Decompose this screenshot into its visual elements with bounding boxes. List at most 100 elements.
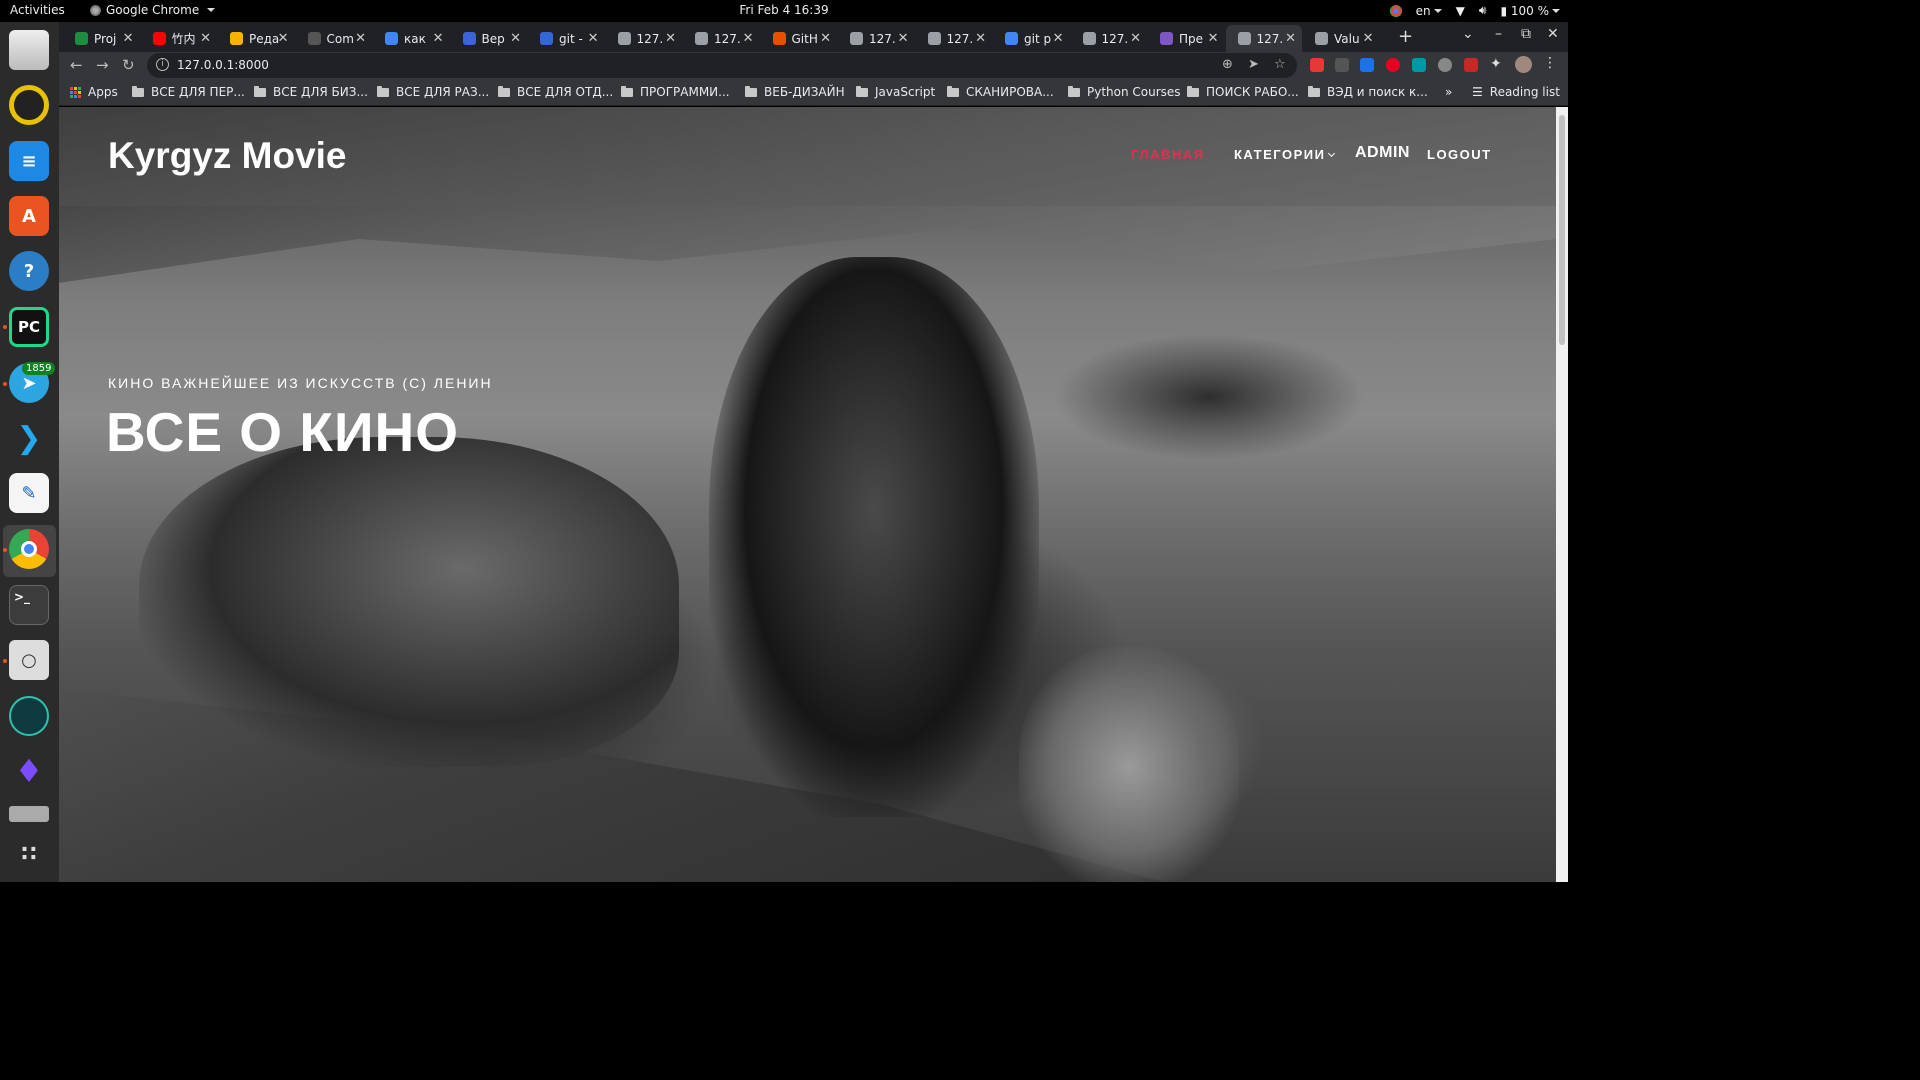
tab-close-icon[interactable]: ✕ xyxy=(278,31,289,46)
tab-close-icon[interactable]: ✕ xyxy=(123,31,134,46)
tab-close-icon[interactable]: ✕ xyxy=(433,31,444,46)
extension-blue-icon[interactable] xyxy=(1360,58,1374,72)
battery-indicator[interactable]: ▮ 100 % xyxy=(1500,4,1560,18)
extension-circle-icon[interactable] xyxy=(1438,58,1452,72)
nav-home[interactable]: ГЛАВНАЯ xyxy=(1131,147,1205,162)
new-tab-button[interactable]: + xyxy=(1398,26,1413,47)
bookmark-folder[interactable]: ПРОГРАММИ... xyxy=(621,85,730,99)
send-to-device-icon[interactable]: ➤ xyxy=(1248,57,1259,72)
tab-close-icon[interactable]: ✕ xyxy=(355,31,366,46)
extension-gray-icon[interactable] xyxy=(1335,58,1349,72)
close-window-icon[interactable]: ✕ xyxy=(1547,26,1559,42)
bookmark-folder[interactable]: ВСЕ ДЛЯ РАЗ... xyxy=(377,85,489,99)
scrollbar-thumb[interactable] xyxy=(1559,115,1565,345)
tab-close-icon[interactable]: ✕ xyxy=(1130,31,1141,46)
ublock-icon[interactable] xyxy=(1464,58,1478,72)
browser-tab[interactable]: 127. ✕ xyxy=(838,25,915,52)
obsidian-icon[interactable]: ♦ xyxy=(9,751,49,791)
apps-shortcut[interactable]: Apps xyxy=(70,85,118,99)
reload-icon[interactable]: ↻ xyxy=(122,56,135,74)
text-editor-icon[interactable]: ✎ xyxy=(9,473,49,513)
browser-tab[interactable]: 127. ✕ xyxy=(683,25,760,52)
pycharm-icon[interactable]: PC xyxy=(9,307,49,347)
bookmark-folder[interactable]: ВСЕ ДЛЯ ОТД... xyxy=(498,85,613,99)
browser-tab[interactable]: 127. ✕ xyxy=(1071,25,1148,52)
browser-tab[interactable]: Реда ✕ xyxy=(218,25,295,52)
libreoffice-writer-icon[interactable]: ≡ xyxy=(9,141,49,181)
site-brand[interactable]: Kyrgyz Movie xyxy=(108,135,347,177)
browser-tab[interactable]: как ✕ xyxy=(373,25,450,52)
browser-tab[interactable]: 竹内 ✕ xyxy=(141,25,218,52)
help-icon[interactable]: ? xyxy=(9,251,49,291)
reading-list-button[interactable]: ☰ Reading list xyxy=(1472,85,1560,99)
browser-tab[interactable]: Com ✕ xyxy=(296,25,373,52)
browser-tab[interactable]: GitH ✕ xyxy=(761,25,838,52)
google-chrome-icon[interactable] xyxy=(9,529,49,569)
forward-icon[interactable]: → xyxy=(96,56,109,74)
tab-close-icon[interactable]: ✕ xyxy=(975,31,986,46)
show-applications-icon[interactable]: ∷ xyxy=(9,834,49,874)
restore-icon[interactable]: ⧉ xyxy=(1521,26,1531,42)
browser-tab[interactable]: Valu ✕ xyxy=(1303,25,1380,52)
files-icon[interactable] xyxy=(9,30,49,70)
extension-red-icon[interactable] xyxy=(1310,58,1324,72)
language-indicator[interactable]: en xyxy=(1416,4,1442,18)
zoom-icon[interactable]: ⊕ xyxy=(1222,57,1233,72)
bookmarks-overflow-button[interactable]: » xyxy=(1445,85,1452,99)
tab-close-icon[interactable]: ✕ xyxy=(510,31,521,46)
tab-close-icon[interactable]: ✕ xyxy=(898,31,909,46)
rhythmbox-icon[interactable] xyxy=(9,85,49,125)
extension-teal-icon[interactable] xyxy=(1412,58,1426,72)
nav-logout[interactable]: LOGOUT xyxy=(1427,147,1492,162)
minimize-icon[interactable]: – xyxy=(1495,26,1502,42)
browser-tab[interactable]: Proj ✕ xyxy=(63,25,140,52)
tab-close-icon[interactable]: ✕ xyxy=(1053,31,1064,46)
site-info-icon[interactable]: i xyxy=(156,58,169,71)
tab-close-icon[interactable]: ✕ xyxy=(1285,31,1296,46)
url-text[interactable]: 127.0.0.1:8000 xyxy=(177,58,269,72)
nav-admin[interactable]: ADMIN xyxy=(1355,144,1410,162)
magnifier-icon[interactable]: ○ xyxy=(9,640,49,680)
tab-close-icon[interactable]: ✕ xyxy=(588,31,599,46)
tab-close-icon[interactable]: ✕ xyxy=(665,31,676,46)
browser-tab[interactable]: Пре ✕ xyxy=(1148,25,1225,52)
gitkraken-icon[interactable] xyxy=(9,696,49,736)
terminal-icon[interactable]: >_ xyxy=(9,585,49,625)
bookmark-folder[interactable]: ПОИСК РАБО... xyxy=(1187,85,1299,99)
back-icon[interactable]: ← xyxy=(70,56,83,74)
tab-close-icon[interactable]: ✕ xyxy=(200,31,211,46)
browser-tab[interactable]: 127. ✕ xyxy=(606,25,683,52)
bookmark-folder[interactable]: Python Courses xyxy=(1068,85,1181,99)
browser-tab[interactable]: git - ✕ xyxy=(528,25,605,52)
vscode-icon[interactable]: ❯ xyxy=(9,418,49,458)
bookmark-folder[interactable]: JavaScript xyxy=(856,85,935,99)
address-bar[interactable]: i 127.0.0.1:8000 ⊕ ➤ ☆ xyxy=(147,53,1297,78)
page-scrollbar[interactable] xyxy=(1556,107,1568,882)
chrome-status-icon[interactable] xyxy=(1389,4,1402,17)
browser-tab[interactable]: Вер ✕ xyxy=(451,25,528,52)
bookmark-folder[interactable]: ВЭД и поиск к... xyxy=(1308,85,1428,99)
nav-categories[interactable]: КАТЕГОРИИ xyxy=(1234,147,1336,162)
bookmark-folder[interactable]: СКАНИРОВА... xyxy=(947,85,1054,99)
tab-close-icon[interactable]: ✕ xyxy=(743,31,754,46)
bookmark-star-icon[interactable]: ☆ xyxy=(1274,57,1286,72)
browser-tab[interactable]: git p ✕ xyxy=(993,25,1070,52)
telegram-unread-badge: 1859 xyxy=(22,362,56,375)
tab-close-icon[interactable]: ✕ xyxy=(1363,31,1374,46)
system-tray[interactable]: en ▼ 🔊︎ ▮ 100 % xyxy=(1389,3,1560,18)
app-store-icon[interactable]: A xyxy=(9,196,49,236)
bookmark-folder[interactable]: ВСЕ ДЛЯ БИЗ... xyxy=(254,85,368,99)
pinterest-icon[interactable] xyxy=(1386,58,1400,72)
clock[interactable]: Fri Feb 4 16:39 xyxy=(0,3,1568,17)
profile-avatar[interactable] xyxy=(1515,56,1532,73)
bookmark-folder[interactable]: ВЕБ-ДИЗАЙН xyxy=(745,85,845,99)
bookmark-folder[interactable]: ВСЕ ДЛЯ ПЕР... xyxy=(132,85,245,99)
drive-icon[interactable] xyxy=(9,806,49,822)
tab-close-icon[interactable]: ✕ xyxy=(820,31,831,46)
browser-tab[interactable]: 127. ✕ xyxy=(1225,25,1302,52)
tab-close-icon[interactable]: ✕ xyxy=(1208,31,1219,46)
extensions-puzzle-icon[interactable]: ✦ xyxy=(1490,56,1504,72)
browser-tab[interactable]: 127. ✕ xyxy=(916,25,993,52)
menu-kebab-icon[interactable]: ⋮ xyxy=(1543,55,1557,71)
tab-search-chevron-icon[interactable]: ⌄ xyxy=(1462,26,1474,42)
